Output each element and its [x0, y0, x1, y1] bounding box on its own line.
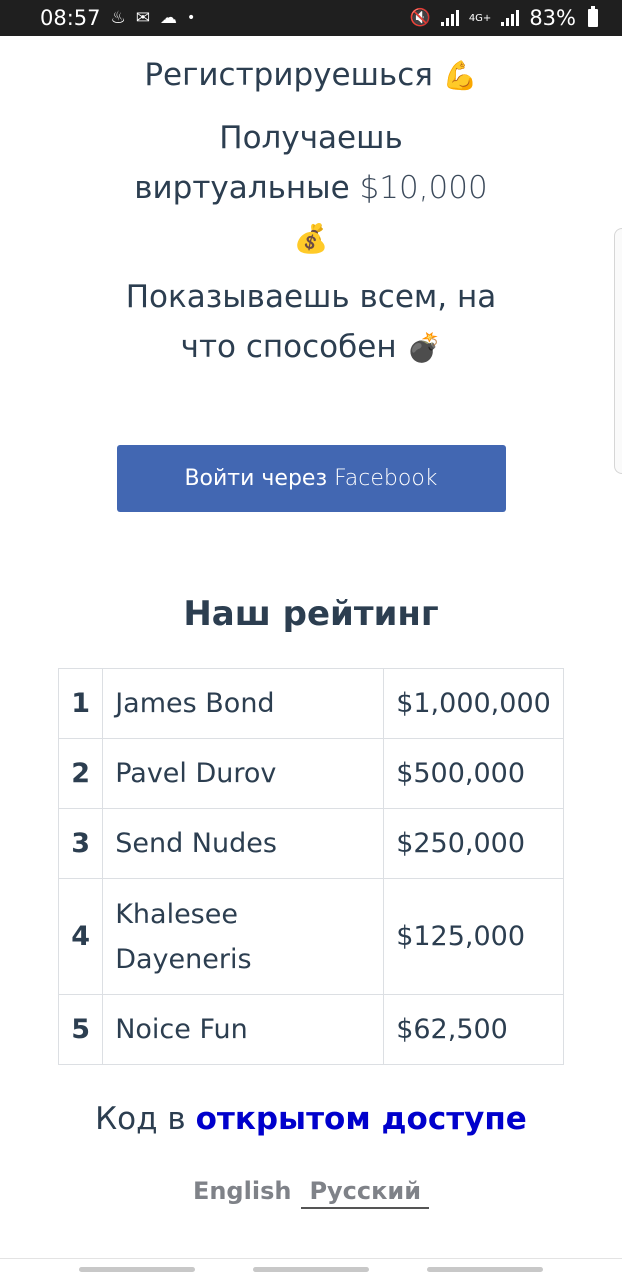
player-name-cell: Pavel Durov: [102, 738, 385, 809]
table-row: 4 Khalesee Dayeneris $125,000: [58, 878, 564, 995]
page-content: Регистрируешься 💪 Получаешь виртуальные …: [0, 36, 622, 1209]
facebook-login-button[interactable]: Войти через Facebook: [116, 445, 506, 512]
table-row: 5 Noice Fun $62,500: [58, 994, 564, 1065]
weather-icon: ☁: [160, 7, 178, 28]
mute-icon: 🔇: [409, 7, 431, 28]
player-name-cell: Noice Fun: [102, 994, 385, 1065]
battery-icon: [588, 6, 598, 27]
notification-dot: •: [187, 10, 196, 26]
mail-icon: ✉: [135, 7, 151, 28]
rating-title: Наш рейтинг: [183, 594, 439, 634]
player-name-cell: James Bond: [102, 668, 385, 739]
player-score-cell: $500,000: [383, 738, 564, 809]
rank-cell: 2: [58, 738, 104, 809]
bomb-icon: 💣: [406, 331, 442, 364]
signal-icon: [440, 10, 459, 26]
rank-cell: 5: [58, 994, 104, 1065]
rank-cell: 1: [58, 668, 104, 739]
open-source-link[interactable]: открытом доступе: [196, 1101, 527, 1137]
leaderboard-table: 1 James Bond $1,000,000 2 Pavel Durov $5…: [58, 668, 564, 1065]
signal-icon-2: [501, 10, 520, 26]
player-name-cell: Send Nudes: [102, 808, 385, 879]
steam-notification-icon: ♨: [110, 7, 126, 28]
player-score-cell: $1,000,000: [383, 668, 564, 739]
intro-show-line1: Показываешь всем, на: [125, 279, 497, 315]
nav-back-indicator[interactable]: [427, 1267, 543, 1272]
status-bar: 08:57 ♨ ✉ ☁ • 🔇 4G+ 83%: [0, 0, 622, 36]
system-navigation-bar: [0, 1258, 622, 1280]
table-row: 1 James Bond $1,000,000: [58, 668, 564, 739]
nav-home-indicator[interactable]: [253, 1267, 369, 1272]
login-brand: Facebook: [334, 466, 438, 491]
language-option-english[interactable]: English: [193, 1177, 291, 1209]
intro-amount: $10,000: [359, 170, 488, 206]
player-score-cell: $125,000: [383, 878, 564, 995]
intro-virtual: виртуальные: [134, 170, 350, 206]
player-name-cell: Khalesee Dayeneris: [102, 878, 385, 995]
language-option-russian[interactable]: Русский: [301, 1177, 430, 1209]
open-source-note: Код в открытом доступе: [0, 1101, 622, 1137]
table-row: 2 Pavel Durov $500,000: [58, 738, 564, 809]
money-bag-icon: 💰: [293, 222, 329, 255]
login-label: Войти через: [184, 466, 328, 491]
table-row: 3 Send Nudes $250,000: [58, 808, 564, 879]
open-source-prefix: Код в: [95, 1101, 186, 1137]
nav-recent-apps-indicator[interactable]: [79, 1267, 195, 1272]
player-score-cell: $250,000: [383, 808, 564, 879]
login-area: Войти через Facebook: [0, 445, 622, 512]
battery-percentage: 83%: [529, 6, 576, 30]
player-score-cell: $62,500: [383, 994, 564, 1065]
intro-show-line2: что способен: [180, 329, 397, 365]
network-type: 4G+: [468, 12, 492, 24]
rank-cell: 4: [58, 878, 104, 995]
intro-register: Регистрируешься: [144, 57, 433, 93]
intro-text: Регистрируешься 💪 Получаешь виртуальные …: [0, 50, 622, 373]
intro-receive: Получаешь: [219, 120, 403, 156]
rank-cell: 3: [58, 808, 104, 879]
flexed-biceps-icon: 💪: [442, 59, 478, 92]
clock: 08:57: [40, 6, 101, 30]
language-switcher: English Русский: [0, 1177, 622, 1209]
